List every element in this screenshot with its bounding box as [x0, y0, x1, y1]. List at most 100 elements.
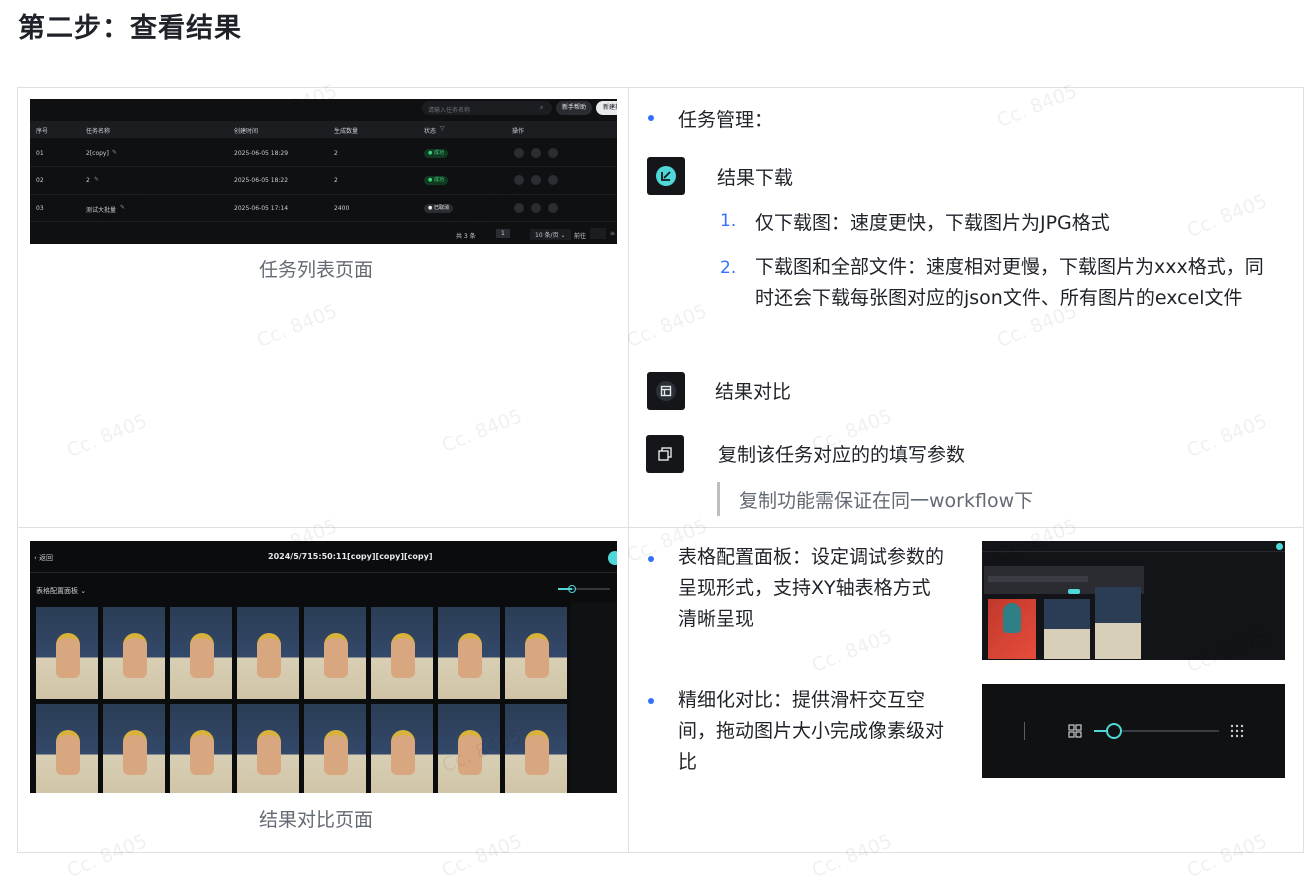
back-link[interactable]: ‹ 返回: [34, 553, 53, 563]
copy-label: 复制该任务对应的的填写参数: [718, 444, 966, 466]
header-divider: [982, 551, 1285, 552]
edit-icon[interactable]: ✎: [94, 176, 99, 183]
baby-figure: [190, 633, 214, 678]
slider-screenshot: [982, 684, 1285, 778]
grid-dense-icon[interactable]: [1230, 724, 1244, 738]
col-header-status: 状态: [424, 128, 437, 135]
page-number[interactable]: 1: [496, 229, 510, 238]
bullet: [648, 556, 654, 562]
feature-table-config: 表格配置面板：设定调试参数的呈现形式，支持XY轴表格方式清晰呈现: [678, 546, 945, 630]
baby-figure: [458, 633, 482, 678]
download-option-1: 仅下载图：速度更快，下载图片为JPG格式: [755, 212, 1110, 234]
result-image-thumb[interactable]: [438, 704, 500, 793]
result-image-thumb[interactable]: [371, 704, 433, 793]
compare-icon[interactable]: [531, 175, 541, 185]
copy-icon[interactable]: [548, 203, 558, 213]
col-header-actions: 操作: [512, 128, 525, 135]
result-image-thumb[interactable]: [36, 607, 98, 699]
table-row-time: 2025-06-05 18:22: [234, 177, 289, 184]
result-image-thumb[interactable]: [438, 607, 500, 699]
result-image-thumb[interactable]: [505, 607, 567, 699]
table-row-name: 2: [86, 177, 90, 184]
status-badge: ● 已取消: [424, 204, 453, 213]
result-image-thumb[interactable]: [36, 704, 98, 793]
task-list-screenshot: 请输入任务名称 ⌕ 新手帮助 新建批量任务 序号 任务名称 创建时间 生成数量 …: [30, 99, 617, 244]
baby-figure: [257, 730, 281, 775]
table-row-name: 测试大批量: [86, 207, 117, 214]
table-row-count: 2: [334, 177, 338, 184]
table-config-panel-toggle[interactable]: 表格配置面板 ⌄: [36, 586, 86, 596]
row-separator: [30, 221, 617, 222]
result-image-thumb[interactable]: [103, 704, 165, 793]
result-image-thumb[interactable]: [237, 607, 299, 699]
download-label: 结果下载: [717, 167, 794, 189]
result-image-thumb[interactable]: [371, 607, 433, 699]
list-number: 1.: [720, 211, 737, 231]
table-row-id: 02: [36, 177, 44, 184]
download-icon[interactable]: [514, 148, 524, 158]
new-batch-task-button[interactable]: 新建批量任务: [596, 101, 617, 115]
table-row-time: 2025-06-05 18:29: [234, 150, 289, 157]
result-image-thumb[interactable]: [237, 704, 299, 793]
zoom-slider-handle[interactable]: [1106, 723, 1122, 739]
goto-label: 前往: [574, 233, 587, 240]
help-button[interactable]: 新手帮助: [556, 101, 592, 115]
baby-figure: [123, 730, 147, 775]
result-image-thumb[interactable]: [170, 607, 232, 699]
compare-page-screenshot: ‹ 返回 2024/5/715:50:11[copy][copy][copy] …: [30, 541, 617, 793]
row-divider: [17, 527, 1304, 528]
table-row-name: 2[copy]: [86, 150, 109, 157]
result-image-thumb[interactable]: [304, 704, 366, 793]
baby-figure: [324, 730, 348, 775]
avatar[interactable]: [608, 551, 617, 565]
baby-figure: [257, 633, 281, 678]
table-row-count: 2400: [334, 205, 350, 212]
status-badge: ● 成功: [424, 176, 448, 185]
edit-icon[interactable]: ✎: [112, 149, 117, 156]
menu-icon[interactable]: ≡: [610, 230, 615, 237]
copy-icon[interactable]: [548, 148, 558, 158]
config-field: [988, 576, 1038, 582]
result-image-thumb[interactable]: [170, 704, 232, 793]
baby-figure: [123, 633, 147, 678]
compare-icon[interactable]: [531, 203, 541, 213]
edit-icon[interactable]: ✎: [120, 204, 125, 211]
copy-icon[interactable]: [548, 175, 558, 185]
table-row-count: 2: [334, 150, 338, 157]
baby-figure: [391, 633, 415, 678]
total-count: 共 3 条: [456, 233, 476, 240]
result-image-thumb[interactable]: [304, 607, 366, 699]
grid-small-icon[interactable]: [1068, 724, 1082, 738]
row-separator: [30, 194, 617, 195]
baby-figure: [190, 730, 214, 775]
baby-figure: [56, 730, 80, 775]
compare-icon[interactable]: [531, 148, 541, 158]
feature-fine-compare: 精细化对比：提供滑杆交互空间，拖动图片大小完成像素级对比: [678, 689, 945, 773]
result-image-thumb[interactable]: [505, 704, 567, 793]
download-icon: [647, 157, 685, 195]
confirm-button: [1068, 589, 1080, 594]
baby-thumb: [1044, 599, 1090, 659]
result-image-thumb[interactable]: [103, 607, 165, 699]
avatar: [1276, 543, 1283, 550]
baby-figure: [525, 730, 549, 775]
baby-figure: [56, 633, 80, 678]
col-header-name: 任务名称: [86, 128, 111, 135]
compare-label: 结果对比: [715, 381, 792, 403]
table-config-screenshot: [982, 541, 1285, 660]
download-icon[interactable]: [514, 175, 524, 185]
col-header-id: 序号: [36, 128, 49, 135]
task-search-input[interactable]: 请输入任务名称 ⌕: [422, 101, 552, 115]
task-list-caption: 任务列表页面: [259, 259, 374, 281]
goto-input[interactable]: [590, 228, 606, 239]
slider-handle[interactable]: [568, 585, 576, 593]
config-field: [1038, 576, 1088, 582]
table-row-time: 2025-06-05 17:14: [234, 205, 289, 212]
download-icon[interactable]: [514, 203, 524, 213]
search-icon: ⌕: [540, 104, 544, 111]
filter-icon[interactable]: ▽: [440, 125, 445, 132]
page-size-select[interactable]: 10 条/页 ⌄: [530, 229, 571, 240]
compare-page-caption: 结果对比页面: [259, 809, 374, 831]
baby-figure: [458, 730, 482, 775]
row-separator: [30, 166, 617, 167]
